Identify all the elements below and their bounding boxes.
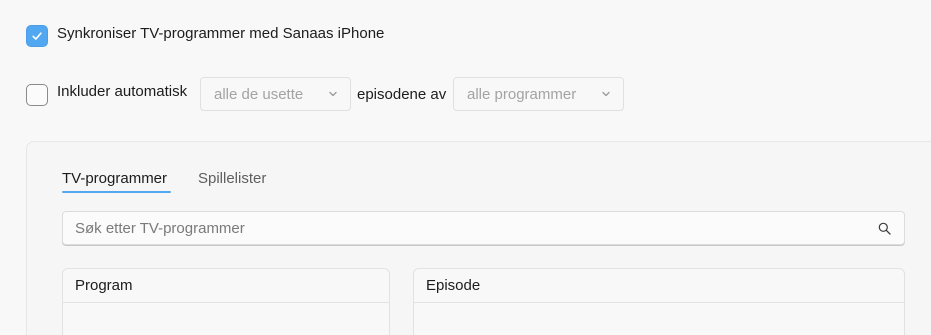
program-column-header: Program <box>63 269 389 303</box>
sync-tv-settings: Synkroniser TV-programmer med Sanaas iPh… <box>0 0 931 335</box>
search-input[interactable] <box>75 212 855 244</box>
episodes-of-text: episodene av <box>357 86 447 103</box>
chevron-down-icon <box>329 91 337 97</box>
include-label: Inkluder automatisk <box>57 83 188 100</box>
sync-checkbox[interactable] <box>26 25 48 47</box>
search-icon[interactable] <box>878 222 891 235</box>
episodes-select[interactable]: alle de usette <box>200 77 351 111</box>
tab-playlists[interactable]: Spillelister <box>198 170 266 187</box>
sync-label: Synkroniser TV-programmer med Sanaas iPh… <box>57 25 385 42</box>
programs-select[interactable]: alle programmer <box>453 77 624 111</box>
program-list: Program <box>62 268 390 335</box>
checkmark-icon <box>32 32 42 40</box>
episode-column-header: Episode <box>414 269 904 303</box>
search-field[interactable] <box>62 211 905 245</box>
episodes-select-value: alle de usette <box>214 85 304 103</box>
chevron-down-icon <box>602 91 610 97</box>
episode-list: Episode <box>413 268 905 335</box>
active-tab-indicator <box>62 191 171 193</box>
tab-tv-programs[interactable]: TV-programmer <box>62 170 167 187</box>
include-checkbox[interactable] <box>26 84 48 106</box>
programs-select-value: alle programmer <box>467 85 577 103</box>
